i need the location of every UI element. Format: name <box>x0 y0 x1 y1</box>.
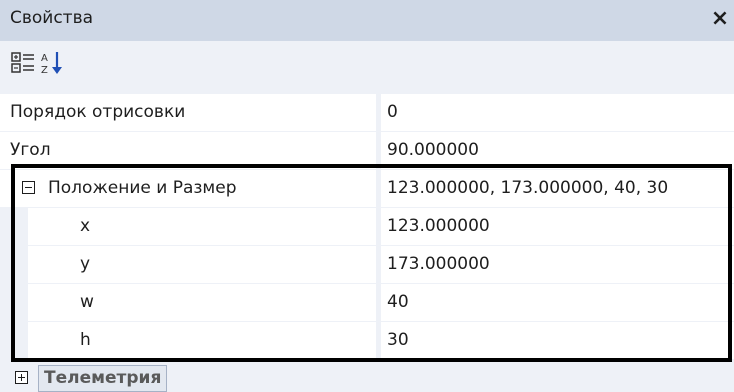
categorized-icon <box>11 52 34 73</box>
property-value[interactable]: 30 <box>381 322 734 359</box>
property-name: h <box>28 322 376 359</box>
property-row-h[interactable]: h 30 <box>0 322 734 360</box>
property-row-y[interactable]: y 173.000000 <box>0 246 734 284</box>
close-button[interactable]: × <box>708 5 732 33</box>
property-row-x[interactable]: x 123.000000 <box>0 208 734 246</box>
expand-icon[interactable] <box>15 371 28 384</box>
category-label[interactable]: Телеметрия <box>38 365 168 392</box>
property-row-position-size[interactable]: Положение и Размер 123.000000, 173.00000… <box>0 170 734 208</box>
property-value[interactable]: 90.000000 <box>381 132 734 169</box>
property-name: Угол <box>0 132 376 169</box>
property-row-angle[interactable]: Угол 90.000000 <box>0 132 734 170</box>
categorized-button[interactable] <box>10 49 38 79</box>
property-name: x <box>28 208 376 245</box>
property-value[interactable]: 0 <box>381 94 734 131</box>
property-value[interactable]: 123.000000, 173.000000, 40, 30 <box>381 170 734 207</box>
category-row-telemetry[interactable]: Телеметрия <box>0 365 734 392</box>
properties-toolbar: A Z <box>0 41 734 94</box>
property-name: Положение и Размер <box>0 170 376 207</box>
property-grid: Порядок отрисовки 0 Угол 90.000000 Полож… <box>0 94 734 365</box>
property-row-w[interactable]: w 40 <box>0 284 734 322</box>
property-row-draw-order[interactable]: Порядок отрисовки 0 <box>0 94 734 132</box>
panel-title: Свойства <box>10 8 94 28</box>
alphabetical-sort-button[interactable]: A Z <box>40 49 68 79</box>
property-value[interactable]: 173.000000 <box>381 246 734 283</box>
sort-alphabetical-icon: A Z <box>41 52 62 76</box>
svg-text:Z: Z <box>41 65 48 76</box>
property-value[interactable]: 40 <box>381 284 734 321</box>
property-name: y <box>28 246 376 283</box>
svg-text:A: A <box>41 53 48 64</box>
properties-panel-header: Свойства × <box>0 0 734 41</box>
property-value[interactable]: 123.000000 <box>381 208 734 245</box>
collapse-icon[interactable] <box>22 181 35 194</box>
property-name: Порядок отрисовки <box>0 94 376 131</box>
property-name: w <box>28 284 376 321</box>
